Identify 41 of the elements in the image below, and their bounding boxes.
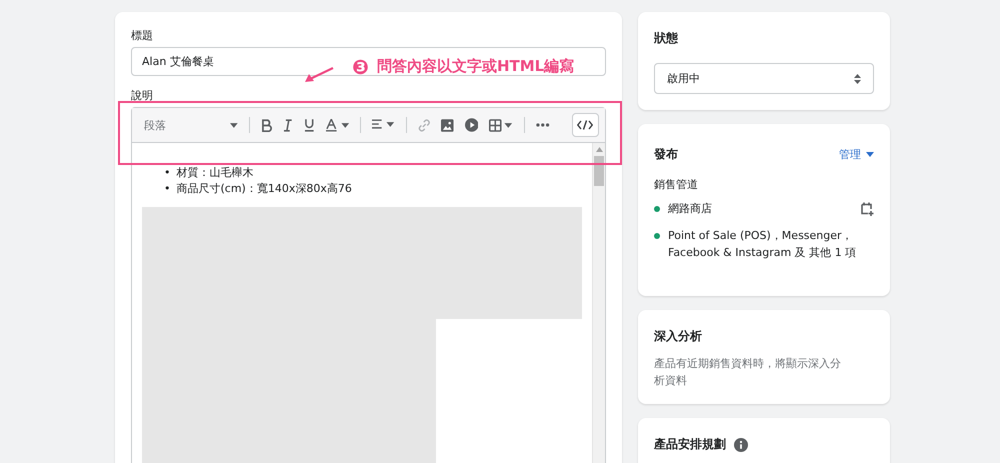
italic-icon[interactable] <box>283 118 294 132</box>
card-title: 狀態 <box>654 30 679 47</box>
channel-name: 網路商店 <box>668 201 713 217</box>
card-title: 發布 <box>654 146 678 163</box>
table-icon[interactable] <box>489 118 514 132</box>
code-icon <box>577 120 594 130</box>
video-icon[interactable] <box>464 118 478 132</box>
field-label: 說明 <box>131 88 154 103</box>
status-dot <box>654 206 660 212</box>
align-icon[interactable] <box>372 119 395 131</box>
html-view-button[interactable] <box>572 113 600 137</box>
info-icon[interactable] <box>734 438 748 452</box>
scrollbar[interactable] <box>592 143 605 463</box>
status-dot <box>654 233 660 239</box>
list-item: 材質：山毛櫸木 <box>176 165 254 181</box>
text-color-icon[interactable] <box>326 118 349 132</box>
scrollbar-thumb[interactable] <box>594 156 604 186</box>
manage-link[interactable]: 管理 <box>839 147 874 162</box>
more-icon[interactable] <box>536 123 550 127</box>
section-label: 銷售管道 <box>654 177 699 192</box>
format-dropdown[interactable]: 段落 <box>144 118 220 132</box>
bullet: • <box>164 165 170 181</box>
status-select[interactable]: 啟用中 <box>654 63 874 94</box>
sort-arrows-icon <box>854 74 861 84</box>
select-value: 啟用中 <box>667 71 700 86</box>
bold-icon[interactable] <box>260 118 272 132</box>
calendar-icon[interactable] <box>860 202 874 216</box>
annotation-text: 問答內容以文字或HTML編寫 <box>376 57 574 76</box>
image-icon[interactable] <box>441 118 454 132</box>
step-number: ❸ <box>352 54 369 78</box>
list-item: 商品尺寸(cm)：寬140x深80x高76 <box>176 181 352 197</box>
channel-name: Point of Sale (POS)，Messenger，Facebook & Instagram 及 其他 1 項 <box>668 228 858 261</box>
arrow-icon <box>304 66 334 83</box>
caret-icon <box>230 122 238 128</box>
bullet: • <box>164 181 170 197</box>
caret-icon <box>866 152 874 157</box>
insights-text: 產品有近期銷售資料時，將顯示深入分析資料 <box>654 356 842 389</box>
underline-icon[interactable] <box>304 118 315 132</box>
field-label: 標題 <box>131 28 154 43</box>
card-title: 深入分析 <box>654 328 703 345</box>
card-title: 產品安排規劃 <box>654 436 726 453</box>
